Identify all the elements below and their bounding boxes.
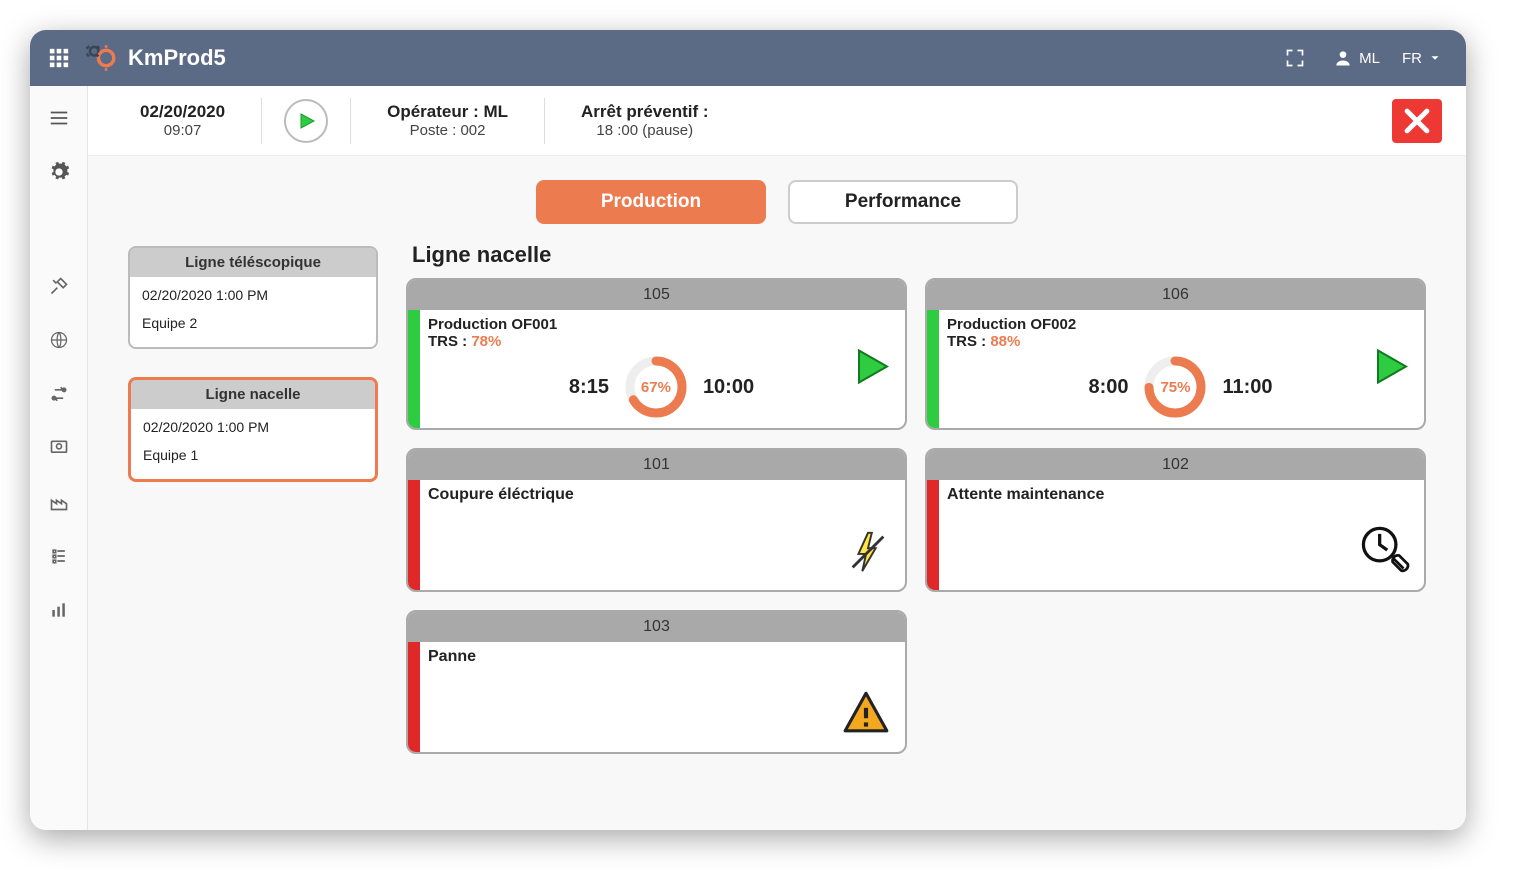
- menu-icon[interactable]: [47, 106, 71, 130]
- tabs: Production Performance: [88, 180, 1466, 224]
- machine-panel: Ligne nacelle 105 Production OF001 TRS :…: [406, 242, 1426, 810]
- date-value: 02/20/2020: [140, 102, 225, 122]
- line-card-title: Ligne téléscopique: [130, 248, 376, 277]
- arret-value: 18 :00 (pause): [596, 122, 693, 139]
- line-card-datetime: 02/20/2020 1:00 PM: [143, 419, 363, 435]
- time-value: 09:07: [164, 122, 202, 139]
- poste-label: Poste : 002: [410, 122, 486, 139]
- close-button[interactable]: [1392, 99, 1442, 143]
- status-label: Panne: [428, 648, 895, 666]
- status-stripe: [927, 310, 939, 428]
- play-button[interactable]: [284, 99, 328, 143]
- apps-grid-icon[interactable]: [48, 47, 70, 69]
- machine-id: 103: [408, 612, 905, 642]
- play-icon[interactable]: [1366, 343, 1414, 396]
- language-menu[interactable]: FR: [1402, 50, 1448, 67]
- user-menu[interactable]: ML: [1333, 48, 1380, 68]
- start-time: 8:00: [1088, 376, 1128, 399]
- trs-value: 78%: [471, 333, 501, 350]
- production-title: Production OF001: [428, 316, 895, 333]
- list-icon[interactable]: [47, 544, 71, 568]
- warning-icon: [841, 687, 891, 742]
- chart-icon[interactable]: [47, 598, 71, 622]
- language-label: FR: [1402, 50, 1422, 67]
- line-card-team: Equipe 2: [142, 315, 364, 331]
- sidebar: [30, 86, 88, 830]
- content: Ligne téléscopique 02/20/2020 1:00 PM Eq…: [88, 234, 1466, 830]
- info-bar: 02/20/2020 09:07 Opérateur : ML Poste : …: [88, 86, 1466, 156]
- operator-cell: Opérateur : ML Poste : 002: [359, 102, 536, 139]
- start-time: 8:15: [569, 376, 609, 399]
- machine-card-105[interactable]: 105 Production OF001 TRS : 78% 8:15: [406, 278, 907, 430]
- play-icon[interactable]: [847, 343, 895, 396]
- status-label: Attente maintenance: [947, 486, 1414, 504]
- line-card-telescopique[interactable]: Ligne téléscopique 02/20/2020 1:00 PM Eq…: [128, 246, 378, 349]
- status-label: Coupure éléctrique: [428, 486, 895, 504]
- line-card-datetime: 02/20/2020 1:00 PM: [142, 287, 364, 303]
- machine-id: 101: [408, 450, 905, 480]
- line-card-team: Equipe 1: [143, 447, 363, 463]
- progress-donut: 67%: [623, 354, 689, 420]
- operator-label: Opérateur : ML: [387, 102, 508, 122]
- status-stripe: [927, 480, 939, 590]
- date-cell: 02/20/2020 09:07: [112, 102, 253, 139]
- progress-donut: 75%: [1142, 354, 1208, 420]
- gear-icon[interactable]: [47, 160, 71, 184]
- progress-pct: 67%: [623, 354, 689, 420]
- app-logo-icon: [84, 41, 118, 75]
- arret-cell: Arrêt préventif : 18 :00 (pause): [553, 102, 737, 139]
- machine-card-106[interactable]: 106 Production OF002 TRS : 88% 8:00: [925, 278, 1426, 430]
- tab-performance[interactable]: Performance: [788, 180, 1018, 224]
- app-frame: KmProd5 ML FR: [30, 30, 1466, 830]
- user-label: ML: [1359, 50, 1380, 67]
- main: 02/20/2020 09:07 Opérateur : ML Poste : …: [88, 86, 1466, 830]
- machine-id: 106: [927, 280, 1424, 310]
- bolt-icon: [845, 529, 891, 580]
- machine-card-101[interactable]: 101 Coupure éléctrique: [406, 448, 907, 592]
- globe-icon[interactable]: [47, 328, 71, 352]
- machine-id: 102: [927, 450, 1424, 480]
- tools-icon[interactable]: [47, 274, 71, 298]
- machine-card-102[interactable]: 102 Attente maintenance: [925, 448, 1426, 592]
- trs-label: TRS :: [947, 333, 990, 350]
- exchange-icon[interactable]: [47, 382, 71, 406]
- arret-label: Arrêt préventif :: [581, 102, 709, 122]
- factory-icon[interactable]: [47, 490, 71, 514]
- status-stripe: [408, 480, 420, 590]
- status-stripe: [408, 642, 420, 752]
- machine-grid: 105 Production OF001 TRS : 78% 8:15: [406, 278, 1426, 754]
- topbar: KmProd5 ML FR: [30, 30, 1466, 86]
- trs-label: TRS :: [428, 333, 471, 350]
- production-title: Production OF002: [947, 316, 1414, 333]
- app-title: KmProd5: [128, 45, 226, 71]
- tab-production[interactable]: Production: [536, 180, 766, 224]
- end-time: 11:00: [1222, 376, 1272, 399]
- line-card-nacelle[interactable]: Ligne nacelle 02/20/2020 1:00 PM Equipe …: [128, 377, 378, 482]
- progress-pct: 75%: [1142, 354, 1208, 420]
- trs-value: 88%: [990, 333, 1020, 350]
- monitor-icon[interactable]: [47, 436, 71, 460]
- end-time: 10:00: [703, 376, 754, 399]
- machine-id: 105: [408, 280, 905, 310]
- selected-line-title: Ligne nacelle: [412, 242, 1426, 268]
- machine-card-103[interactable]: 103 Panne: [406, 610, 907, 754]
- clock-wrench-icon: [1358, 523, 1410, 580]
- fullscreen-button[interactable]: [1285, 48, 1311, 68]
- line-list: Ligne téléscopique 02/20/2020 1:00 PM Eq…: [128, 242, 378, 810]
- status-stripe: [408, 310, 420, 428]
- line-card-title: Ligne nacelle: [131, 380, 375, 409]
